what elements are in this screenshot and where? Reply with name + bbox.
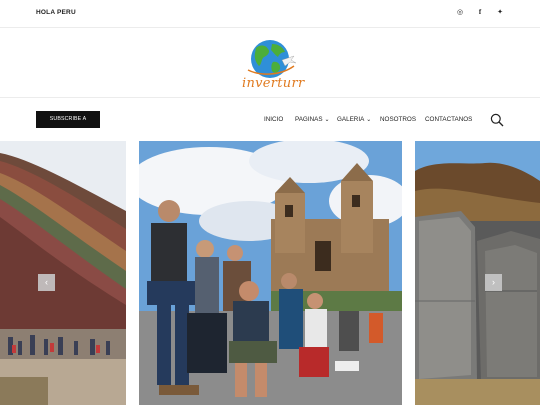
- main-navigation: SUBSCRIBE A INVERTURR INICIO PAGINAS ⌄ G…: [0, 99, 540, 141]
- stone-walls-image: [415, 141, 540, 405]
- chevron-right-icon: ›: [492, 277, 495, 287]
- nav-item-label: PAGINAS: [295, 116, 323, 123]
- nav-item-paginas[interactable]: PAGINAS ⌄: [295, 116, 330, 123]
- nav-item-nosotros[interactable]: NOSOTROS: [380, 116, 416, 123]
- subscribe-button[interactable]: SUBSCRIBE A INVERTURR: [36, 111, 100, 139]
- greeting-text: HOLA PERU: [36, 9, 76, 16]
- slide-stone-walls[interactable]: [415, 141, 540, 405]
- rainbow-mountain-image: [0, 141, 126, 405]
- chevron-left-icon: ‹: [45, 277, 48, 287]
- brand-name[interactable]: inverturr: [242, 76, 304, 91]
- nav-item-label: INICIO: [264, 116, 284, 123]
- search-icon[interactable]: [490, 113, 504, 127]
- slide-cusco-plaza[interactable]: [139, 141, 402, 405]
- slider-prev-button[interactable]: ‹: [38, 274, 55, 291]
- top-bar: HOLA PERU ◎ f ✦: [0, 0, 540, 28]
- chevron-down-icon: ⌄: [366, 117, 372, 123]
- header-logo-area: inverturr: [0, 28, 540, 98]
- nav-item-contactanos[interactable]: CONTACTANOS: [425, 116, 472, 123]
- chevron-down-icon: ⌄: [324, 117, 330, 123]
- slider-next-button[interactable]: ›: [485, 274, 502, 291]
- nav-item-inicio[interactable]: INICIO: [264, 116, 283, 123]
- facebook-icon[interactable]: f: [476, 8, 484, 17]
- image-slider: ‹ ›: [0, 141, 540, 405]
- slide-rainbow-mountain[interactable]: [0, 141, 126, 405]
- cusco-plaza-image: [139, 141, 402, 405]
- nav-item-galeria[interactable]: GALERIA ⌄: [337, 116, 371, 123]
- instagram-icon[interactable]: ◎: [456, 8, 464, 17]
- nav-item-label: NOSOTROS: [380, 116, 417, 123]
- nav-item-label: CONTACTANOS: [425, 116, 473, 123]
- twitter-icon[interactable]: ✦: [496, 8, 504, 17]
- nav-item-label: GALERIA: [337, 116, 365, 123]
- social-links: ◎ f ✦: [456, 8, 504, 17]
